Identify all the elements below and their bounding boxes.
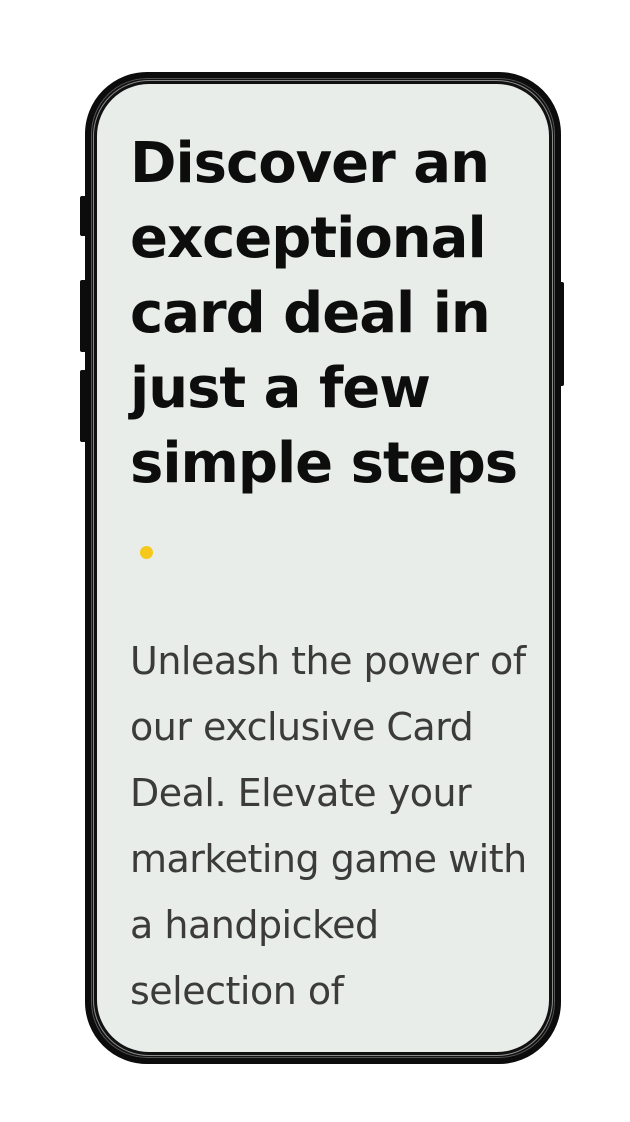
hero-headline-text: Discover an exceptional card deal in jus… [130,131,518,496]
hero-section: Discover an exceptional card deal in jus… [130,126,549,1024]
hero-headline: Discover an exceptional card deal in jus… [130,126,530,576]
hero-description: Unleash the power of our exclusive Card … [130,639,527,1013]
accent-dot-icon [140,546,153,559]
mockup-stage: Discover an exceptional card deal in jus… [0,0,630,1122]
phone-frame: Discover an exceptional card deal in jus… [85,72,561,1064]
phone-screen[interactable]: Discover an exceptional card deal in jus… [97,84,549,1052]
